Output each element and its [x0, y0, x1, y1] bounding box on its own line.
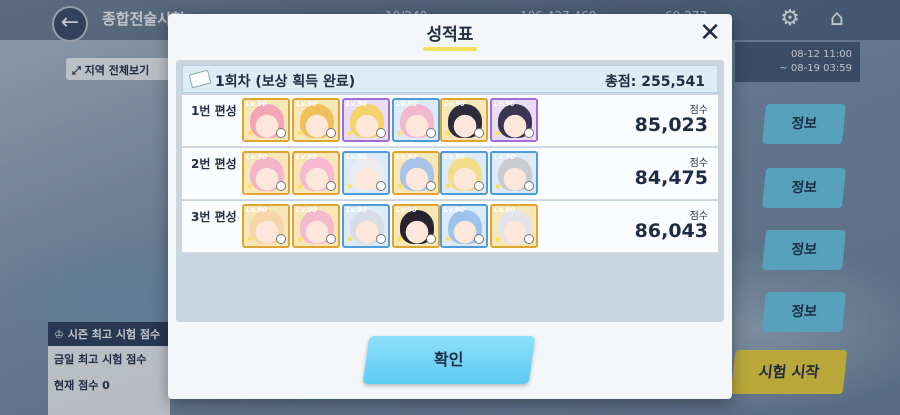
- star-icon: ★: [444, 235, 453, 245]
- team-label: 3번 편성: [191, 210, 237, 224]
- confirm-button[interactable]: 확인: [362, 336, 536, 384]
- role-icon: [524, 128, 534, 138]
- student-portrait: Lv.90 ★: [242, 151, 290, 195]
- star-icon: ★: [346, 235, 355, 245]
- star-icon: ★: [396, 129, 405, 139]
- student-portrait: Lv.90 ★: [392, 151, 440, 195]
- star-icon: ★: [296, 235, 305, 245]
- team-label: 2번 편성: [191, 157, 237, 171]
- team-row-3: 3번 편성 Lv.90 ★ Lv.90 ★ Lv.90 ★ Lv.90 ★ Lv.90 ★ Lv.9…: [182, 201, 718, 253]
- student-portrait: Lv.90 ★: [342, 98, 390, 142]
- student-level: Lv.90: [494, 206, 515, 214]
- student-portrait: Lv.90 ★: [392, 204, 440, 248]
- score-report-modal: 성적표 ✕ 1회차 (보상 획득 완료) 총점: 255,541 1번 편성 L…: [168, 14, 732, 399]
- student-level: Lv.90: [246, 153, 267, 161]
- student-level: Lv.90: [296, 100, 317, 108]
- star-icon: ★: [246, 235, 255, 245]
- star-icon: ★: [396, 182, 405, 192]
- student-level: Lv.90: [396, 100, 417, 108]
- star-icon: ★: [246, 129, 255, 139]
- team-row-1: 1번 편성 Lv.90 ★ Lv.90 ★ Lv.90 ★ Lv.90 ★ Lv.90 ★ Lv.9…: [182, 95, 718, 147]
- role-icon: [426, 128, 436, 138]
- role-icon: [376, 128, 386, 138]
- role-icon: [376, 181, 386, 191]
- student-portrait: Lv.90 ★: [490, 204, 538, 248]
- student-portrait: Lv.90 ★: [292, 204, 340, 248]
- student-portrait: Lv.90 ★: [342, 151, 390, 195]
- student-portrait: Lv.90 ★: [490, 98, 538, 142]
- student-level: Lv.90: [296, 206, 317, 214]
- student-portrait: Lv.90 ★: [440, 98, 488, 142]
- student-level: Lv.90: [444, 206, 465, 214]
- star-icon: ★: [494, 129, 503, 139]
- role-icon: [474, 181, 484, 191]
- star-icon: ★: [444, 129, 453, 139]
- round-header: 1회차 (보상 획득 완료) 총점: 255,541: [182, 65, 718, 93]
- student-level: Lv.90: [444, 100, 465, 108]
- score-panel: 1회차 (보상 획득 완료) 총점: 255,541 1번 편성 Lv.90 ★ L…: [176, 60, 724, 322]
- student-portrait: Lv.90 ★: [242, 204, 290, 248]
- student-portrait: Lv.90 ★: [342, 204, 390, 248]
- role-icon: [524, 234, 534, 244]
- close-icon[interactable]: ✕: [695, 18, 725, 48]
- team-row-2: 2번 편성 Lv.90 ★ Lv.90 ★ Lv.90 ★ Lv.90 ★ Lv.90 ★ Lv.9…: [182, 148, 718, 200]
- student-level: Lv.90: [396, 153, 417, 161]
- star-icon: ★: [444, 182, 453, 192]
- student-level: Lv.90: [396, 206, 417, 214]
- role-icon: [326, 128, 336, 138]
- role-icon: [524, 181, 534, 191]
- student-level: Lv.90: [494, 100, 515, 108]
- star-icon: ★: [396, 235, 405, 245]
- role-icon: [276, 128, 286, 138]
- student-portrait: Lv.90 ★: [490, 151, 538, 195]
- team-label: 1번 편성: [191, 104, 237, 118]
- total-score: 총점: 255,541: [605, 74, 705, 90]
- role-icon: [426, 234, 436, 244]
- student-portrait: Lv.90 ★: [292, 151, 340, 195]
- role-icon: [426, 181, 436, 191]
- team-score: 85,023: [634, 114, 708, 136]
- team-score: 86,043: [634, 220, 708, 242]
- student-portrait: Lv.90 ★: [242, 98, 290, 142]
- role-icon: [326, 181, 336, 191]
- student-level: Lv.90: [296, 153, 317, 161]
- modal-title: 성적표: [426, 25, 474, 45]
- student-level: Lv.90: [444, 153, 465, 161]
- role-icon: [276, 181, 286, 191]
- student-level: Lv.90: [346, 206, 367, 214]
- role-icon: [276, 234, 286, 244]
- student-level: Lv.90: [246, 100, 267, 108]
- title-underline: [423, 47, 477, 51]
- student-portrait: Lv.90 ★: [440, 151, 488, 195]
- student-level: Lv.90: [246, 206, 267, 214]
- star-icon: ★: [346, 182, 355, 192]
- star-icon: ★: [494, 182, 503, 192]
- role-icon: [474, 234, 484, 244]
- role-icon: [376, 234, 386, 244]
- student-level: Lv.90: [494, 153, 515, 161]
- star-icon: ★: [346, 129, 355, 139]
- student-portrait: Lv.90 ★: [392, 98, 440, 142]
- student-portrait: Lv.90 ★: [440, 204, 488, 248]
- confirm-label: 확인: [434, 350, 464, 369]
- role-icon: [474, 128, 484, 138]
- star-icon: ★: [296, 182, 305, 192]
- student-level: Lv.90: [346, 153, 367, 161]
- role-icon: [326, 234, 336, 244]
- star-icon: ★: [246, 182, 255, 192]
- round-title: 1회차 (보상 획득 완료): [215, 74, 356, 90]
- student-portrait: Lv.90 ★: [292, 98, 340, 142]
- team-score: 84,475: [634, 167, 708, 189]
- star-icon: ★: [296, 129, 305, 139]
- ticket-icon: [188, 69, 212, 89]
- student-level: Lv.90: [346, 100, 367, 108]
- star-icon: ★: [494, 235, 503, 245]
